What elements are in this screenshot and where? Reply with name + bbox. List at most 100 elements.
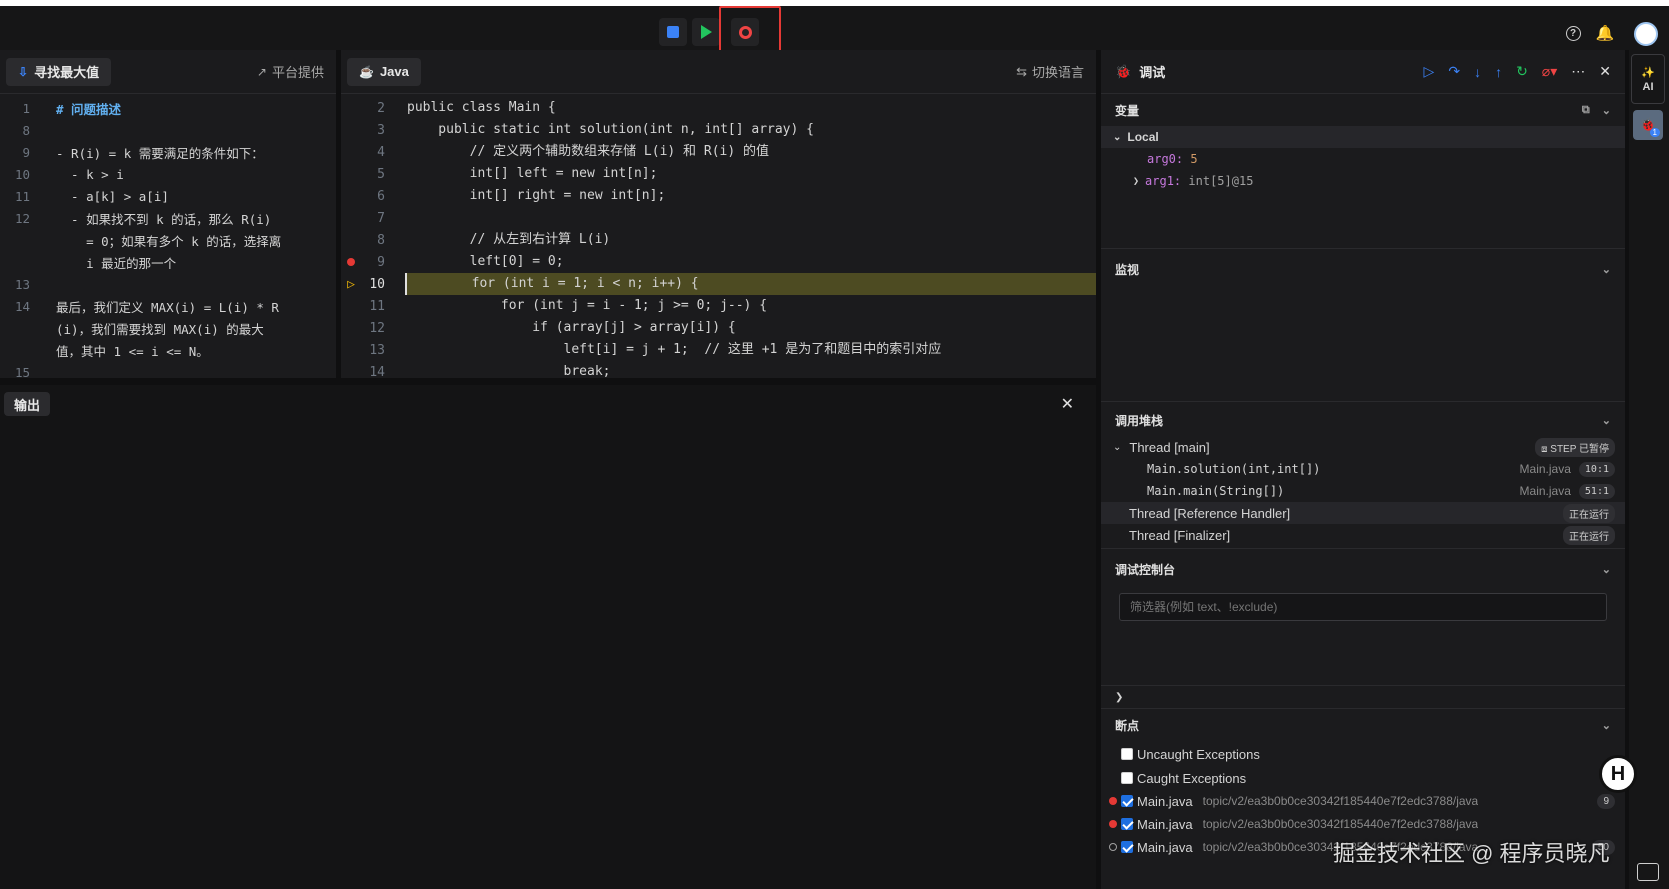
collapse-all-icon[interactable]: ⧉: [1582, 104, 1590, 117]
scope-label: Local: [1127, 130, 1159, 144]
variable-arg1[interactable]: ❯ arg1: int[5]@15: [1101, 170, 1625, 192]
thread-main-status: ⧈ STEP 已暂停: [1535, 437, 1615, 457]
code-text: left[0] = 0;: [407, 254, 564, 269]
breakpoint-checkbox[interactable]: [1121, 841, 1133, 853]
thread-row[interactable]: Thread [Reference Handler] 正在运行: [1101, 502, 1625, 524]
code-line: 13 left[i] = j + 1; // 这里 +1 是为了和题目中的索引对…: [341, 339, 1096, 361]
java-icon: ☕: [359, 64, 374, 79]
breakpoint-line: 9: [1597, 793, 1615, 809]
chevron-right-icon: ❯: [1133, 175, 1140, 187]
chevron-down-icon[interactable]: ⌄: [1602, 263, 1611, 276]
step-into-icon[interactable]: ↓: [1474, 64, 1481, 80]
chevron-right-icon: ❯: [1115, 691, 1124, 703]
thread-status: 正在运行: [1563, 503, 1615, 523]
breakpoint-dot: [1109, 843, 1117, 851]
line-number: 14: [14, 298, 30, 314]
breakpoint-checkbox[interactable]: [1121, 795, 1133, 807]
debug-badge: 1: [1649, 128, 1660, 137]
line-number: 8: [377, 232, 385, 248]
problem-line-text: - k > i: [56, 166, 124, 182]
debug-sidebar-button[interactable]: 🐞 1: [1633, 110, 1663, 140]
code-text: public static int solution(int n, int[] …: [407, 122, 814, 137]
bell-icon[interactable]: 🔔: [1596, 24, 1615, 42]
question-icon[interactable]: ?: [1564, 24, 1582, 42]
switch-language[interactable]: ⇆ 切换语言: [1016, 62, 1090, 81]
restart-icon[interactable]: ↻: [1516, 63, 1528, 80]
variable-arg0[interactable]: arg0: 5: [1101, 148, 1625, 170]
line-number: 3: [377, 122, 385, 138]
thread-main[interactable]: ⌄ Thread [main] ⧈ STEP 已暂停: [1101, 436, 1625, 458]
line-number: 13: [369, 342, 385, 358]
uncaught-exceptions[interactable]: Uncaught Exceptions: [1101, 743, 1625, 765]
step-out-icon[interactable]: ↑: [1495, 64, 1502, 80]
problem-header: ⇩ 寻找最大值 ↗ 平台提供: [0, 50, 336, 94]
console-header[interactable]: 调试控制台 ⌄: [1101, 553, 1625, 585]
problem-line: 14 最后，我们定义 MAX(i) = L(i) * R: [0, 295, 336, 317]
continue-icon[interactable]: ▷: [1424, 63, 1435, 80]
avatar[interactable]: [1634, 22, 1658, 46]
more-icon[interactable]: ⋯: [1571, 63, 1585, 80]
console-input-row[interactable]: ❯: [1101, 686, 1625, 708]
callstack-header[interactable]: 调用堆栈 ⌄: [1101, 404, 1625, 436]
close-icon[interactable]: ✕: [1061, 394, 1074, 414]
breakpoint-dot: [1109, 797, 1117, 805]
arg0-value: 5: [1190, 152, 1198, 166]
frame-name: Main.solution(int,int[]): [1147, 462, 1321, 476]
frame-position: 51:1: [1578, 483, 1615, 499]
run-button[interactable]: [692, 18, 720, 46]
helper-float-button[interactable]: H: [1599, 755, 1637, 793]
close-debug-icon[interactable]: ✕: [1599, 63, 1611, 80]
play-icon: [700, 25, 712, 39]
code-text: left[i] = j + 1; // 这里 +1 是为了和题目中的索引对应: [407, 342, 942, 357]
breakpoint-file: Main.java: [1137, 816, 1193, 832]
line-number: 2: [377, 100, 385, 116]
ai-button[interactable]: ✨ AI: [1631, 54, 1665, 104]
chevron-down-icon[interactable]: ⌄: [1602, 563, 1611, 576]
watch-header[interactable]: 监视 ⌄: [1101, 253, 1625, 285]
language-tab[interactable]: ☕ Java: [347, 57, 421, 86]
code-line: 5 int[] left = new int[n];: [341, 163, 1096, 185]
panel-toggle-icon[interactable]: [1637, 863, 1659, 881]
code-editor[interactable]: 2 public class Main {3 public static int …: [341, 94, 1096, 378]
code-line: 9 left[0] = 0;: [341, 251, 1096, 273]
code-line: 8 // 从左到右计算 L(i): [341, 229, 1096, 251]
breakpoint-item[interactable]: Main.java topic/v2/ea3b0b0ce30342f185440e…: [1101, 813, 1625, 835]
problem-tab[interactable]: ⇩ 寻找最大值: [6, 57, 112, 86]
caught-checkbox[interactable]: [1121, 772, 1133, 784]
breakpoints-header[interactable]: 断点 ⌄: [1101, 709, 1625, 741]
caught-exceptions[interactable]: Caught Exceptions: [1101, 767, 1625, 789]
problem-line: 13: [0, 273, 336, 295]
platform-icon: ↗: [256, 64, 267, 79]
problem-line-text: 最后，我们定义 MAX(i) = L(i) * R: [56, 299, 279, 315]
uncaught-checkbox[interactable]: [1121, 748, 1133, 760]
console-filter-input[interactable]: [1119, 593, 1607, 621]
breakpoint-item[interactable]: Main.java topic/v2/ea3b0b0ce30342f185440e…: [1101, 790, 1625, 812]
scope-local[interactable]: ⌄ Local: [1101, 126, 1625, 148]
code-text: if (array[j] > array[i]) {: [407, 320, 736, 335]
chevron-down-icon[interactable]: ⌄: [1602, 104, 1611, 117]
chevron-down-icon[interactable]: ⌄: [1602, 719, 1611, 732]
debug-panel: 🐞 调试 ▷ ↷ ↓ ↑ ↻ ⌀▾ ⋯ ✕ 变量 ⧉ ⌄ ⌄ Local arg…: [1101, 50, 1625, 889]
breakpoint-checkbox[interactable]: [1121, 818, 1133, 830]
problem-line: 值，其中 1 <= i <= N。: [0, 339, 336, 361]
variables-header[interactable]: 变量 ⧉ ⌄: [1101, 94, 1625, 126]
problem-line-text: - a[k] > a[i]: [56, 188, 169, 204]
debug-button[interactable]: [659, 18, 687, 46]
chevron-down-icon[interactable]: ⌄: [1602, 414, 1611, 427]
problem-line: 12 - 如果找不到 k 的话，那么 R(i): [0, 207, 336, 229]
breakpoint-toggle-icon[interactable]: ⌀▾: [1542, 63, 1557, 80]
problem-line: 8: [0, 119, 336, 141]
line-number: 12: [14, 210, 30, 226]
line-number: 13: [14, 276, 30, 292]
problem-line: 1 # 问题描述: [0, 97, 336, 119]
stack-frame[interactable]: Main.main(String[]) Main.java 51:1: [1101, 480, 1625, 502]
stack-frame[interactable]: Main.solution(int,int[]) Main.java 10:1: [1101, 458, 1625, 480]
breakpoint-file: Main.java: [1137, 793, 1193, 809]
problem-line: (i)，我们需要找到 MAX(i) 的最大: [0, 317, 336, 339]
output-tab-label: 输出: [14, 397, 41, 413]
code-line: 3 public static int solution(int n, int[…: [341, 119, 1096, 141]
thread-row[interactable]: Thread [Finalizer] 正在运行: [1101, 524, 1625, 546]
step-over-icon[interactable]: ↷: [1448, 63, 1460, 80]
breakpoint-dot[interactable]: [347, 258, 355, 266]
output-tab[interactable]: 输出: [4, 392, 51, 416]
